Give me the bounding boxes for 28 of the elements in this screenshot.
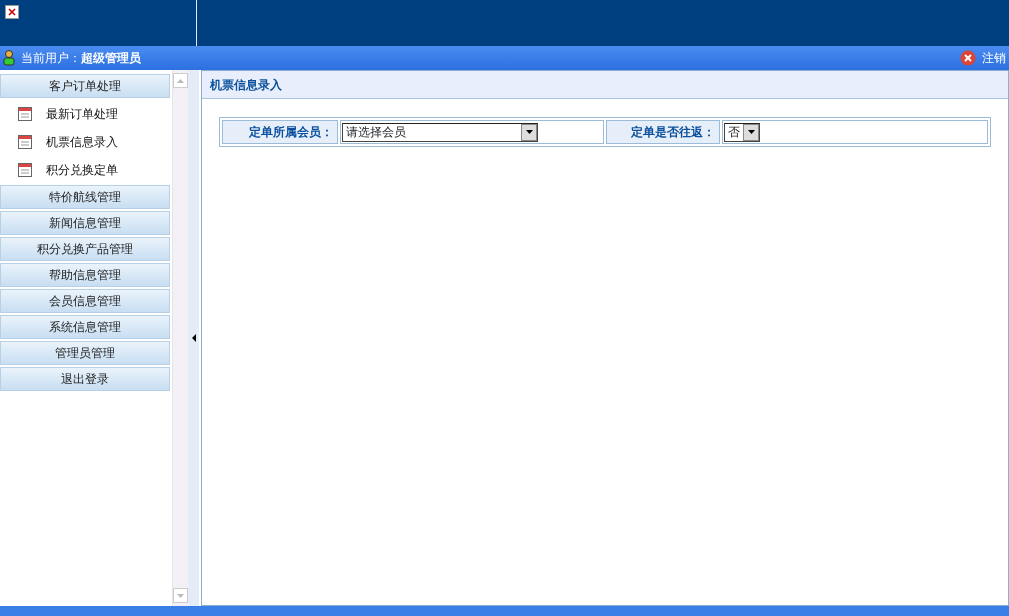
sidebar-group-header[interactable]: 新闻信息管理: [0, 211, 170, 235]
dropdown-arrow-icon[interactable]: [747, 130, 755, 134]
sidebar-link[interactable]: 最新订单处理: [46, 105, 118, 123]
document-icon: [18, 106, 34, 122]
select-field[interactable]: 请选择会员: [342, 122, 538, 142]
sidebar-group-header[interactable]: 会员信息管理: [0, 289, 170, 313]
user-icon: [3, 50, 15, 66]
broken-image-icon: [5, 5, 19, 19]
sidebar-link[interactable]: 积分兑换定单: [46, 161, 118, 179]
sidebar-group-header[interactable]: 系统信息管理: [0, 315, 170, 339]
sidebar-group-header[interactable]: 客户订单处理: [0, 74, 170, 98]
field-label: 定单是否往返：: [631, 124, 715, 141]
select-field[interactable]: 否: [724, 122, 760, 142]
dropdown-arrow-icon[interactable]: [525, 130, 533, 134]
sidebar-group-header[interactable]: 管理员管理: [0, 341, 170, 365]
collapse-arrow-icon[interactable]: [191, 334, 196, 342]
sidebar-group-header[interactable]: 积分兑换产品管理: [0, 237, 170, 261]
current-user-label: 当前用户：超级管理员: [21, 50, 141, 67]
document-icon: [18, 134, 34, 150]
sidebar-group-header[interactable]: 退出登录: [0, 367, 170, 391]
sidebar-group-header[interactable]: 帮助信息管理: [0, 263, 170, 287]
document-icon: [18, 162, 34, 178]
logout-link[interactable]: 注销: [960, 49, 1006, 67]
field-label: 定单所属会员：: [249, 124, 333, 141]
panel-title: 机票信息录入: [210, 76, 282, 94]
sidebar-link[interactable]: 机票信息录入: [46, 133, 118, 151]
sidebar-group-header[interactable]: 特价航线管理: [0, 185, 170, 209]
close-circle-icon[interactable]: [960, 50, 976, 66]
